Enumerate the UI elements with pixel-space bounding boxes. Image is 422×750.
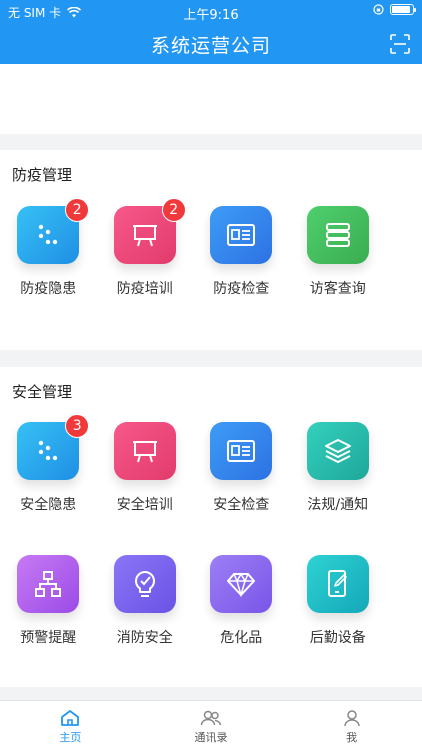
database-stack-icon [325,223,350,247]
tab-contacts[interactable]: 通讯录 [141,701,282,750]
tile-hazardous-chemicals[interactable]: 危化品 [193,555,290,647]
presentation-board-icon [132,225,157,247]
section-title: 防疫管理 [12,166,73,184]
tile-regulations-notice[interactable]: 法规/通知 [290,422,387,514]
tile-label: 法规/通知 [307,497,369,513]
tile-epidemic-training[interactable]: 2 防疫培训 [97,198,194,298]
tile-label: 消防安全 [116,630,173,646]
safety-grid-row-1: 3 安全隐患 安全培训 安全检查 法规/通知 [0,414,422,514]
epidemic-section: 防疫管理 2 防疫隐患 2 防疫培训 防疫检查 访客查询 [0,150,422,350]
banner-area [0,64,422,134]
safety-grid-row-2: 预警提醒 消防安全 危化品 后勤设备 [0,555,422,647]
tile-label: 防疫培训 [116,281,173,297]
page-title: 系统运营公司 [150,35,271,57]
tile-safety-hazard[interactable]: 3 安全隐患 [0,414,97,514]
lightbulb-icon [134,570,155,597]
badge-count: 3 [65,414,90,438]
user-icon [343,710,360,727]
tile-warning-reminder[interactable]: 预警提醒 [0,555,97,647]
dots-icon [39,440,58,461]
tab-label: 通讯录 [194,731,228,744]
tablet-edit-icon [327,570,347,597]
section-title: 安全管理 [12,383,73,401]
tile-label: 访客查询 [309,281,366,297]
tile-safety-check[interactable]: 安全检查 [193,422,290,514]
epidemic-grid: 2 防疫隐患 2 防疫培训 防疫检查 访客查询 [0,198,422,298]
tab-label: 主页 [59,731,82,744]
id-card-icon [227,224,256,246]
scan-icon[interactable] [390,34,410,54]
tile-visitor-query[interactable]: 访客查询 [290,206,387,298]
tab-me[interactable]: 我 [281,701,422,750]
tile-label: 安全培训 [116,497,173,513]
layers-icon [324,439,351,463]
tile-logistics-equipment[interactable]: 后勤设备 [290,555,387,647]
tile-label: 安全隐患 [20,497,77,513]
tile-label: 危化品 [220,630,263,646]
home-icon [61,710,80,726]
tile-safety-training[interactable]: 安全培训 [97,422,194,514]
contacts-icon [200,710,222,726]
presentation-board-icon [132,441,157,463]
tile-label: 防疫检查 [213,281,270,297]
status-time: 上午9:16 [183,8,239,23]
battery-icon [390,4,416,15]
tile-label: 安全检查 [213,497,270,513]
tile-fire-safety[interactable]: 消防安全 [97,555,194,647]
hierarchy-icon [35,571,62,597]
badge-count: 2 [65,198,90,222]
dots-icon [39,224,58,245]
diamond-icon [227,572,256,597]
tab-label: 我 [346,731,358,744]
tile-epidemic-check[interactable]: 防疫检查 [193,206,290,298]
tab-bar: 主页 通讯录 我 [0,700,422,750]
tab-home[interactable]: 主页 [0,701,141,750]
safety-section: 安全管理 3 安全隐患 安全培训 安全检查 法规/通知 预警提醒 消防安全 危化… [0,367,422,687]
tile-label: 后勤设备 [309,630,366,646]
nav-bar: 系统运营公司 [0,24,422,64]
badge-count: 2 [161,198,186,222]
id-card-icon [227,440,256,462]
tile-label: 防疫隐患 [20,281,77,297]
tile-label: 预警提醒 [20,630,77,646]
rotation-lock-icon [373,4,384,15]
tile-epidemic-hazard[interactable]: 2 防疫隐患 [0,198,97,298]
status-bar: 无 SIM 卡 上午9:16 [0,0,422,24]
